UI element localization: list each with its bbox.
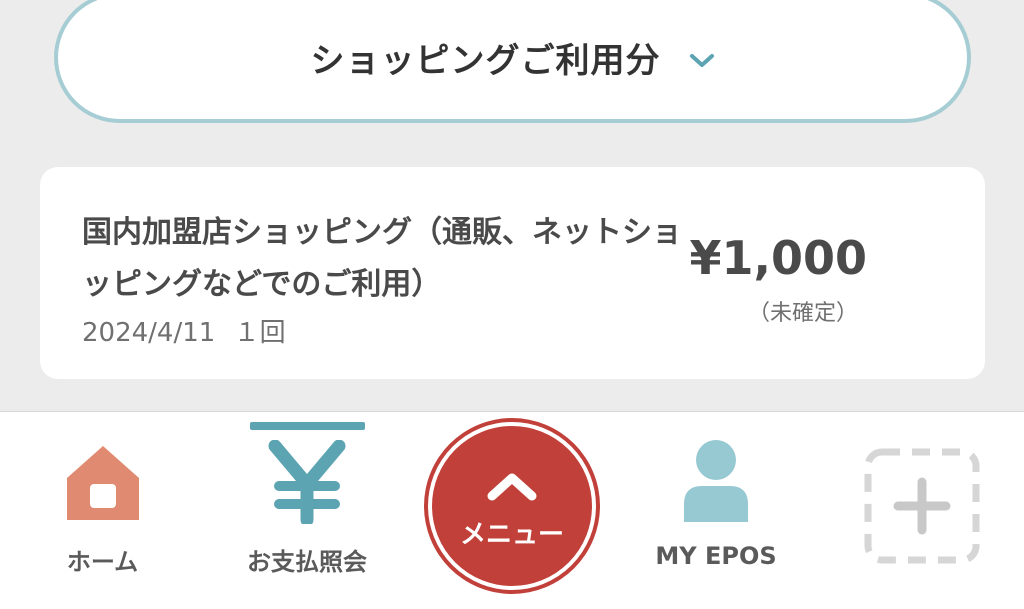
tab-payment-label: お支払照会	[247, 548, 367, 576]
transaction-meta: 2024/4/11 １回	[82, 312, 286, 349]
tab-add-shortcut[interactable]	[860, 412, 985, 609]
transaction-count: １回	[233, 318, 286, 348]
tab-payment[interactable]: お支払照会	[232, 412, 382, 609]
transaction-amount: ¥1,000	[689, 231, 867, 285]
person-icon	[684, 440, 748, 522]
tab-myepos-label: MY EPOS	[655, 542, 777, 570]
menu-button-label: メニュー	[459, 520, 564, 550]
house-icon	[67, 446, 139, 520]
menu-button[interactable]: メニュー	[428, 422, 596, 590]
transaction-title: 国内加盟店ショッピング（通販、ネットショッピングなどでのご利用）	[82, 215, 682, 302]
category-filter-label: ショッピングご利用分	[310, 41, 661, 81]
transaction-status: （未確定）	[747, 301, 858, 326]
yen-icon	[268, 440, 346, 524]
plus-icon	[864, 448, 980, 564]
tab-myepos[interactable]: MY EPOS	[640, 412, 792, 609]
transaction-card[interactable]: 国内加盟店ショッピング（通販、ネットショッピングなどでのご利用） 2024/4/…	[40, 167, 985, 379]
tab-home-label: ホーム	[66, 548, 139, 576]
tab-home[interactable]: ホーム	[40, 412, 165, 609]
category-filter-dropdown[interactable]: ショッピングご利用分	[54, 0, 971, 123]
chevron-up-icon	[487, 473, 537, 501]
chevron-down-icon	[689, 53, 714, 67]
transaction-date: 2024/4/11	[82, 318, 216, 348]
